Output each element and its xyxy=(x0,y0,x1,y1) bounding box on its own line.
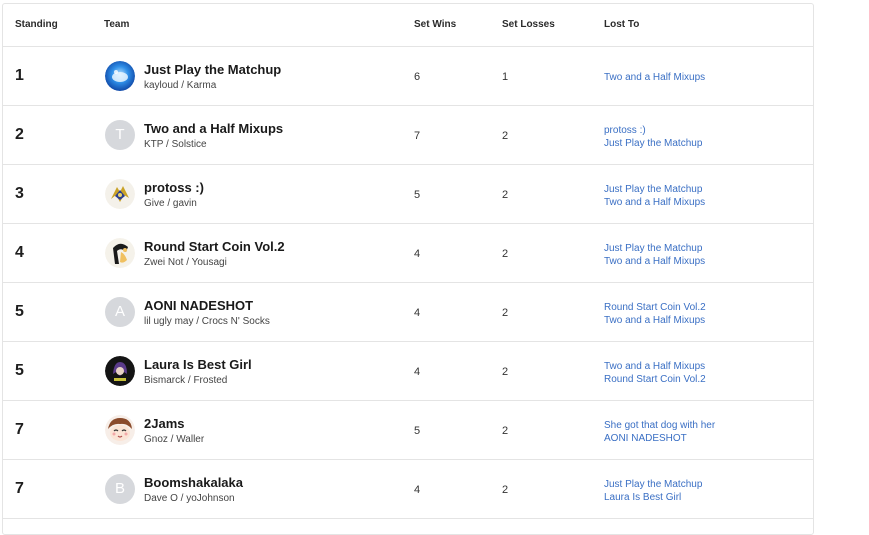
standing-value: 2 xyxy=(15,126,24,143)
lost-to-list: Just Play the Matchup Two and a Half Mix… xyxy=(604,183,705,209)
lost-to-list: She got that dog with her AONI NADESHOT xyxy=(604,419,715,445)
letter-avatar[interactable]: A xyxy=(105,297,135,327)
team-players: lil ugly may / Crocs N' Socks xyxy=(144,316,270,327)
set-wins-value: 6 xyxy=(414,71,421,83)
lost-to-link[interactable]: Two and a Half Mixups xyxy=(604,196,705,209)
team-name[interactable]: Round Start Coin Vol.2 xyxy=(144,239,285,254)
team-name[interactable]: protoss :) xyxy=(144,180,204,195)
team-name[interactable]: Boomshakalaka xyxy=(144,475,243,490)
letter-avatar[interactable]: B xyxy=(105,474,135,504)
table-row: 3 protoss :) Give / gavin 5 2 Just Play … xyxy=(3,165,813,224)
lost-to-list: Just Play the Matchup Two and a Half Mix… xyxy=(604,242,705,268)
set-losses-value: 2 xyxy=(502,130,509,142)
team-players: Gnoz / Waller xyxy=(144,434,205,445)
anime-face-avatar[interactable] xyxy=(105,415,135,445)
standing-value: 1 xyxy=(15,67,24,84)
standings-table: Standing Team Set Wins Set Losses Lost T… xyxy=(2,3,814,535)
lost-to-link[interactable]: Just Play the Matchup xyxy=(604,478,702,491)
standing-value: 7 xyxy=(15,421,24,438)
lost-to-link[interactable]: Just Play the Matchup xyxy=(604,183,705,196)
team-name[interactable]: Just Play the Matchup xyxy=(144,62,281,77)
lost-to-link[interactable]: Just Play the Matchup xyxy=(604,242,705,255)
set-wins-value: 4 xyxy=(414,307,421,319)
table-row: 4 Round Start Coin Vol.2 Zwei Not / Yous… xyxy=(3,224,813,283)
lost-to-list: Two and a Half Mixups Round Start Coin V… xyxy=(604,360,706,386)
lost-to-list: Two and a Half Mixups xyxy=(604,71,705,84)
header-lost-to: Lost To xyxy=(604,19,640,30)
team-name[interactable]: Two and a Half Mixups xyxy=(144,121,283,136)
letter-avatar[interactable]: T xyxy=(105,120,135,150)
set-wins-value: 4 xyxy=(414,366,421,378)
lost-to-list: protoss :) Just Play the Matchup xyxy=(604,124,702,150)
lost-to-link[interactable]: Two and a Half Mixups xyxy=(604,255,705,268)
protoss-emblem-avatar[interactable] xyxy=(105,179,135,209)
standing-value: 7 xyxy=(15,480,24,497)
team-name[interactable]: Laura Is Best Girl xyxy=(144,357,252,372)
lost-to-link[interactable]: AONI NADESHOT xyxy=(604,432,715,445)
set-wins-value: 4 xyxy=(414,484,421,496)
header-set-losses: Set Losses xyxy=(502,19,555,30)
team-name[interactable]: AONI NADESHOT xyxy=(144,298,253,313)
set-wins-value: 5 xyxy=(414,425,421,437)
table-row: 5 Laura Is Best Girl Bismarck / Frosted … xyxy=(3,342,813,401)
lost-to-link[interactable]: Laura Is Best Girl xyxy=(604,491,702,504)
lost-to-link[interactable]: Two and a Half Mixups xyxy=(604,314,706,327)
table-row: 1 Just Play the Matchup kayloud / Karma … xyxy=(3,47,813,106)
table-header: Standing Team Set Wins Set Losses Lost T… xyxy=(3,4,813,47)
team-name[interactable]: 2Jams xyxy=(144,416,184,431)
lost-to-link[interactable]: protoss :) xyxy=(604,124,702,137)
lost-to-link[interactable]: She got that dog with her xyxy=(604,419,715,432)
lost-to-link[interactable]: Two and a Half Mixups xyxy=(604,360,706,373)
table-row: 5 A AONI NADESHOT lil ugly may / Crocs N… xyxy=(3,283,813,342)
lost-to-list: Round Start Coin Vol.2 Two and a Half Mi… xyxy=(604,301,706,327)
standing-value: 4 xyxy=(15,244,24,261)
lost-to-link[interactable]: Round Start Coin Vol.2 xyxy=(604,373,706,386)
lost-to-link[interactable]: Just Play the Matchup xyxy=(604,137,702,150)
character-avatar[interactable] xyxy=(105,238,135,268)
table-row: 7 2Jams Gnoz / Waller 5 2 She got that d… xyxy=(3,401,813,460)
set-wins-value: 4 xyxy=(414,248,421,260)
team-players: Bismarck / Frosted xyxy=(144,375,228,386)
standing-value: 5 xyxy=(15,362,24,379)
set-losses-value: 2 xyxy=(502,484,509,496)
set-losses-value: 2 xyxy=(502,189,509,201)
team-players: Dave O / yoJohnson xyxy=(144,493,235,504)
lost-to-link[interactable]: Two and a Half Mixups xyxy=(604,71,705,84)
team-players: kayloud / Karma xyxy=(144,80,217,91)
set-losses-value: 2 xyxy=(502,307,509,319)
set-losses-value: 1 xyxy=(502,71,509,83)
dark-character-avatar[interactable] xyxy=(105,356,135,386)
set-wins-value: 7 xyxy=(414,130,421,142)
blue-orb-avatar[interactable] xyxy=(105,61,135,91)
team-players: Give / gavin xyxy=(144,198,197,209)
set-losses-value: 2 xyxy=(502,366,509,378)
header-standing: Standing xyxy=(15,19,58,30)
lost-to-link[interactable]: Round Start Coin Vol.2 xyxy=(604,301,706,314)
standing-value: 3 xyxy=(15,185,24,202)
lost-to-list: Just Play the Matchup Laura Is Best Girl xyxy=(604,478,702,504)
team-players: KTP / Solstice xyxy=(144,139,207,150)
table-row: 2 T Two and a Half Mixups KTP / Solstice… xyxy=(3,106,813,165)
table-row: 7 B Boomshakalaka Dave O / yoJohnson 4 2… xyxy=(3,460,813,519)
header-team: Team xyxy=(104,19,130,30)
set-losses-value: 2 xyxy=(502,425,509,437)
header-set-wins: Set Wins xyxy=(414,19,457,30)
team-players: Zwei Not / Yousagi xyxy=(144,257,227,268)
set-wins-value: 5 xyxy=(414,189,421,201)
standing-value: 5 xyxy=(15,303,24,320)
set-losses-value: 2 xyxy=(502,248,509,260)
